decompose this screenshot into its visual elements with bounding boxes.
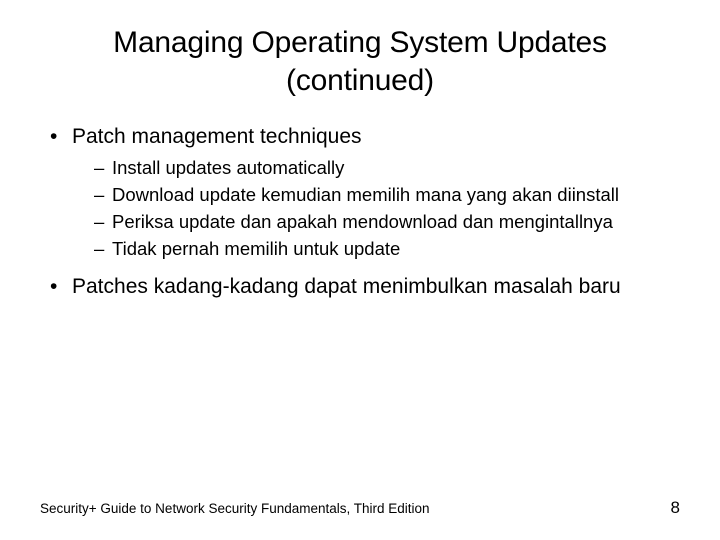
sub-text: Download update kemudian memilih mana ya… [112, 183, 680, 207]
sub-item: – Tidak pernah memilih untuk update [94, 237, 680, 261]
dash-icon: – [94, 237, 112, 261]
sub-text: Install updates automatically [112, 156, 680, 180]
footer-text: Security+ Guide to Network Security Fund… [40, 501, 430, 516]
sub-text: Periksa update dan apakah mendownload da… [112, 210, 680, 234]
slide-body: • Patch management techniques – Install … [40, 123, 680, 301]
slide-title: Managing Operating System Updates (conti… [40, 24, 680, 99]
bullet-icon: • [50, 123, 72, 150]
bullet-text: Patches kadang-kadang dapat menimbulkan … [72, 273, 680, 300]
sub-item: – Periksa update dan apakah mendownload … [94, 210, 680, 234]
page-number: 8 [671, 498, 680, 518]
title-line-2: (continued) [286, 64, 434, 97]
bullet-item: • Patch management techniques [50, 123, 680, 150]
bullet-item: • Patches kadang-kadang dapat menimbulka… [50, 273, 680, 300]
title-line-1: Managing Operating System Updates [113, 26, 607, 59]
slide-footer: Security+ Guide to Network Security Fund… [40, 498, 680, 518]
sub-item: – Install updates automatically [94, 156, 680, 180]
sub-list: – Install updates automatically – Downlo… [94, 156, 680, 261]
bullet-icon: • [50, 273, 72, 300]
dash-icon: – [94, 210, 112, 234]
sub-item: – Download update kemudian memilih mana … [94, 183, 680, 207]
dash-icon: – [94, 183, 112, 207]
dash-icon: – [94, 156, 112, 180]
sub-text: Tidak pernah memilih untuk update [112, 237, 680, 261]
bullet-text: Patch management techniques [72, 123, 680, 150]
